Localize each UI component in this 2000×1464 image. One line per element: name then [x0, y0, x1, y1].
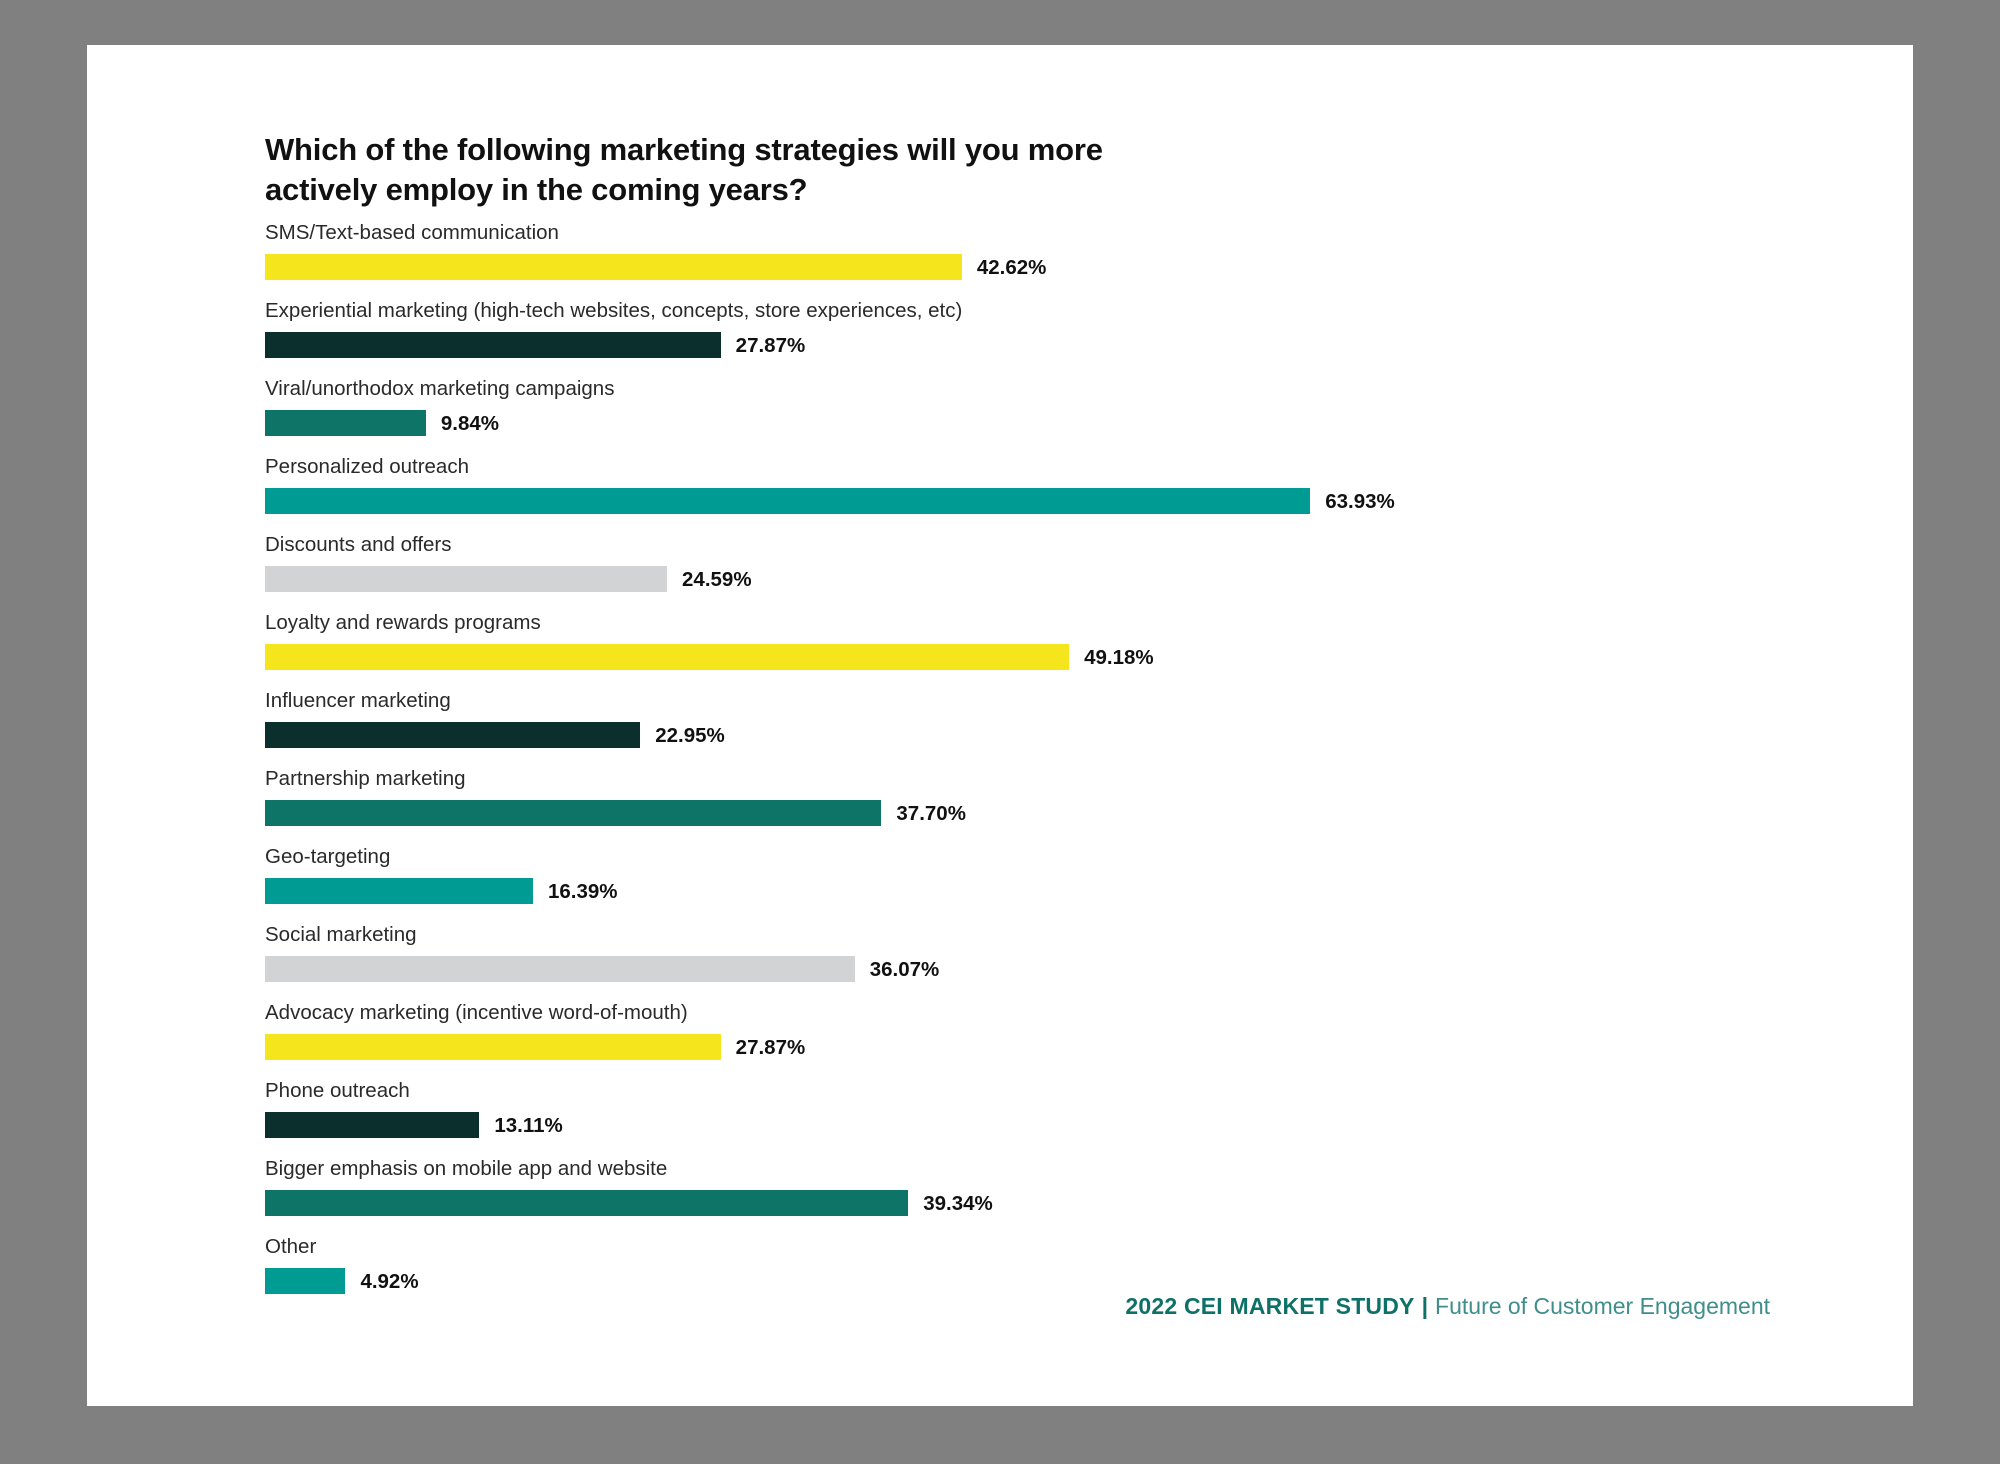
bar-track: 22.95%: [265, 722, 1865, 748]
bar-row: Geo-targeting 16.39%: [265, 845, 1865, 925]
page-title: Which of the following marketing strateg…: [265, 132, 1103, 207]
bar-fill: [265, 800, 882, 826]
bar-fill: [265, 1268, 346, 1294]
bar-value-label: 16.39%: [547, 880, 618, 903]
bar-track: 13.11%: [265, 1112, 1865, 1138]
bar-fill: [265, 956, 855, 982]
bar-value-label: 42.62%: [976, 256, 1047, 279]
bar-fill: [265, 1034, 721, 1060]
bar-track: 37.70%: [265, 800, 1865, 826]
bar-category-label: Experiential marketing (high-tech websit…: [265, 299, 963, 322]
bar-category-label: Influencer marketing: [265, 689, 451, 712]
bar-track: 49.18%: [265, 644, 1865, 670]
footer-brand: 2022 CEI MARKET STUDY: [1125, 1293, 1415, 1319]
bar-category-label: Discounts and offers: [265, 533, 452, 556]
bar-track: 27.87%: [265, 332, 1865, 358]
bar-value-label: 22.95%: [655, 724, 725, 747]
bar-row: Experiential marketing (high-tech websit…: [265, 299, 1865, 379]
bar-value-label: 39.34%: [923, 1192, 993, 1215]
bar-chart: SMS/Text-based communication 42.62% Experi…: [265, 221, 1865, 1315]
bar-value-label: 36.07%: [869, 958, 940, 981]
bar-fill: [265, 722, 641, 748]
footer-separator: |: [1421, 1293, 1429, 1319]
bar-row: Discounts and offers 24.59%: [265, 533, 1865, 613]
bar-value-label: 4.92%: [360, 1270, 419, 1293]
bar-category-label: Social marketing: [265, 923, 417, 946]
bar-category-label: Geo-targeting: [265, 845, 391, 868]
bar-row: Bigger emphasis on mobile app and websit…: [265, 1157, 1865, 1237]
bar-category-label: Loyalty and rewards programs: [265, 611, 541, 634]
bar-fill: [265, 254, 962, 280]
bar-track: 27.87%: [265, 1034, 1865, 1060]
bar-category-label: Viral/unorthodox marketing campaigns: [265, 377, 615, 400]
bar-value-label: 27.87%: [735, 1036, 806, 1059]
bar-row: Personalized outreach 63.93%: [265, 455, 1865, 535]
bar-fill: [265, 566, 668, 592]
bar-category-label: SMS/Text-based communication: [265, 221, 559, 244]
footer-branding: 2022 CEI MARKET STUDY | Future of Customer…: [1125, 1295, 1770, 1318]
bar-track: 4.92%: [265, 1268, 1865, 1294]
bar-track: 42.62%: [265, 254, 1865, 280]
bar-value-label: 49.18%: [1084, 646, 1154, 669]
bar-track: 39.34%: [265, 1190, 1865, 1216]
bar-track: 16.39%: [265, 878, 1865, 904]
bar-fill: [265, 1190, 909, 1216]
bar-fill: [265, 488, 1311, 514]
bar-fill: [265, 332, 721, 358]
bar-track: 9.84%: [265, 410, 1865, 436]
bar-value-label: 9.84%: [440, 412, 500, 435]
bar-value-label: 13.11%: [494, 1114, 563, 1137]
bar-category-label: Phone outreach: [265, 1079, 410, 1102]
bar-row: Advocacy marketing (incentive word-of-mo…: [265, 1001, 1865, 1081]
bar-value-label: 27.87%: [735, 334, 806, 357]
bar-row: Partnership marketing 37.70%: [265, 767, 1865, 847]
bar-row: Influencer marketing 22.95%: [265, 689, 1865, 769]
slide-card: Which of the following marketing strateg…: [87, 45, 1913, 1406]
bar-value-label: 63.93%: [1325, 490, 1395, 513]
bar-fill: [265, 1112, 480, 1138]
bar-row: Social marketing 36.07%: [265, 923, 1865, 1003]
bar-category-label: Personalized outreach: [265, 455, 469, 478]
bar-value-label: 24.59%: [682, 568, 752, 591]
bar-track: 63.93%: [265, 488, 1865, 514]
bar-fill: [265, 410, 426, 436]
bar-row: Phone outreach 13.11%: [265, 1079, 1865, 1159]
bar-row: Viral/unorthodox marketing campaigns 9.84…: [265, 377, 1865, 457]
bar-fill: [265, 644, 1070, 670]
bar-category-label: Other: [265, 1235, 317, 1258]
bar-category-label: Advocacy marketing (incentive word-of-mo…: [265, 1001, 688, 1024]
bar-track: 36.07%: [265, 956, 1865, 982]
bar-fill: [265, 878, 533, 904]
bar-category-label: Bigger emphasis on mobile app and websit…: [265, 1157, 668, 1180]
bar-value-label: 37.70%: [896, 802, 966, 825]
bar-row: Loyalty and rewards programs 49.18%: [265, 611, 1865, 691]
bar-row: SMS/Text-based communication 42.62%: [265, 221, 1865, 301]
bar-category-label: Partnership marketing: [265, 767, 466, 790]
bar-track: 24.59%: [265, 566, 1865, 592]
footer-tagline: Future of Customer Engagement: [1435, 1293, 1770, 1319]
